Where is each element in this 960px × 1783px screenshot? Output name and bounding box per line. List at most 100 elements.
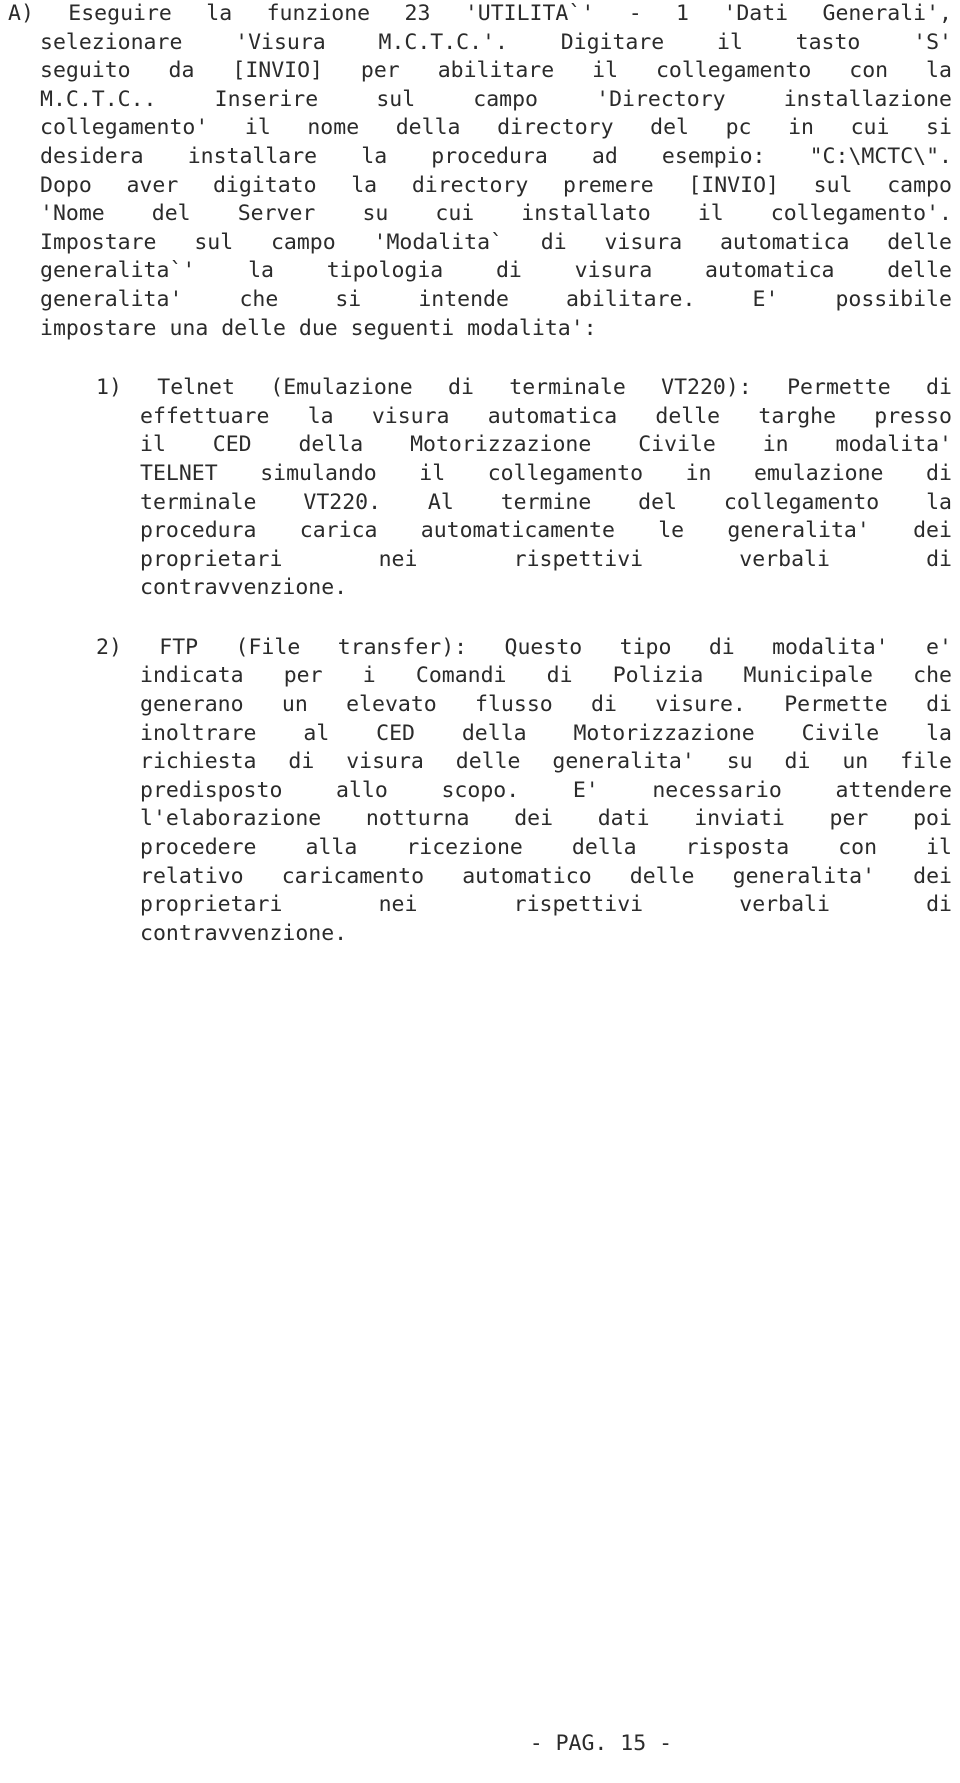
text-word: cui: [850, 115, 890, 141]
text-word: della: [571, 835, 637, 861]
text-word: E': [752, 286, 779, 312]
text-word: targhe: [758, 403, 837, 429]
text-word: TELNET: [140, 460, 218, 486]
text-word: le: [658, 518, 685, 544]
text-word: contravvenzione.: [140, 575, 348, 601]
text-word: generalita': [552, 749, 695, 775]
text-word: dei: [514, 806, 554, 832]
text-word: di: [540, 229, 567, 255]
text-word: [INVIO]: [688, 172, 779, 198]
text-word: ricezione: [406, 835, 523, 861]
text-line: predisposto allo scopo. E' necessario attende…: [8, 777, 952, 806]
text-word: tasto: [795, 29, 861, 55]
text-line: Impostare sul campo 'Modalita` di visura autom…: [8, 229, 952, 258]
text-word: funzione: [266, 1, 371, 26]
text-word: verbali: [739, 892, 830, 918]
text-word: nei: [378, 892, 418, 918]
text-word: di: [591, 692, 617, 718]
text-word: del: [151, 201, 191, 227]
text-word: digitato: [212, 172, 317, 198]
text-word: sul: [813, 172, 853, 198]
text-word: campo: [270, 229, 336, 255]
text-word: possibile: [835, 286, 952, 312]
text-word: campo: [887, 172, 952, 198]
text-line: contravvenzione.: [8, 920, 952, 949]
text-word: abilitare.: [565, 286, 696, 312]
text-word: proprietari: [140, 546, 283, 572]
text-word: Server: [237, 201, 316, 227]
text-line: terminale VT220. Al termine del collegamento l…: [8, 489, 952, 518]
text-word: in: [762, 432, 789, 458]
text-word: generalita': [40, 286, 183, 312]
text-word: sul: [194, 229, 234, 255]
text-word: visura: [604, 229, 683, 255]
text-word: sul: [376, 86, 416, 112]
text-word: la: [248, 258, 274, 284]
text-word: al: [303, 720, 330, 746]
text-word: elevato: [346, 692, 437, 718]
text-word: generalita': [727, 518, 870, 544]
text-line: desidera installare la procedura ad esempio: "…: [8, 143, 952, 172]
text-word: directory: [411, 172, 529, 198]
text-word: 1): [96, 375, 122, 401]
text-word: Al: [427, 489, 454, 515]
text-word: collegamento: [487, 460, 644, 486]
text-word: di: [926, 692, 952, 718]
text-word: VT220.: [303, 489, 382, 515]
text-word: di: [448, 375, 474, 401]
text-word: dei: [913, 518, 952, 544]
text-word: 'UTILITA`': [464, 1, 595, 26]
text-word: presso: [874, 403, 952, 429]
text-word: risposta: [685, 835, 790, 861]
text-word: che: [239, 286, 279, 312]
text-word: Civile: [638, 432, 716, 458]
text-word: di: [926, 892, 952, 918]
text-line: seguito da [INVIO] per abilitare il collegamen…: [8, 57, 952, 86]
text-line: impostare una delle due seguenti modalit…: [8, 315, 952, 344]
text-word: attendere: [835, 777, 952, 803]
text-word: cui: [435, 201, 475, 227]
text-word: Digitare: [560, 29, 665, 55]
text-word: dei: [913, 863, 952, 889]
text-word: delle: [887, 258, 952, 284]
text-word: simulando: [260, 460, 377, 486]
text-line: procedere alla ricezione della risposta con il: [8, 834, 952, 863]
text-word: FTP: [159, 634, 199, 660]
text-word: con: [838, 835, 878, 861]
text-word: un: [281, 692, 308, 718]
text-word: di: [926, 546, 952, 572]
text-word: carica: [299, 518, 378, 544]
text-line: procedura carica automaticamente le generali…: [8, 517, 952, 546]
text-word: visura: [574, 258, 653, 284]
text-word: la: [206, 1, 233, 26]
page-footer: - PAG. 15 -: [0, 1705, 960, 1783]
text-word: collegamento: [723, 489, 880, 515]
text-word: il: [717, 29, 743, 55]
text-word: 23: [404, 1, 431, 26]
text-word: CED: [212, 432, 252, 458]
text-line: 'Nome del Server su cui installato il collegame…: [8, 200, 952, 229]
text-word: il: [419, 460, 446, 486]
text-word: terminale: [509, 375, 626, 401]
text-word: modalita': [772, 634, 889, 660]
text-word: della: [298, 432, 364, 458]
text-word: della: [461, 720, 527, 746]
paragraph-spacer-1: [8, 343, 952, 374]
text-word: Motorizzazione: [410, 432, 592, 458]
text-word: nome: [307, 115, 360, 141]
text-line: generalita' che si intende abilitare. E' possi…: [8, 286, 952, 315]
text-word: 1: [676, 1, 689, 26]
text-word: Polizia: [612, 663, 704, 689]
text-word: directory: [497, 115, 614, 141]
text-word: effettuare: [140, 403, 270, 429]
text-word: la: [307, 403, 334, 429]
list-item-telnet: 1) Telnet (Emulazione di terminale VT220): Per…: [8, 374, 952, 603]
text-word: 'Nome: [40, 201, 105, 227]
text-word: flusso: [475, 692, 553, 718]
text-word: generalita`': [40, 258, 196, 284]
text-word: la: [926, 720, 952, 746]
text-word: Dopo: [40, 172, 92, 198]
text-word: VT220):: [661, 375, 752, 401]
text-word: poi: [913, 806, 952, 832]
text-line: proprietari nei rispettivi verbali di: [8, 891, 952, 920]
